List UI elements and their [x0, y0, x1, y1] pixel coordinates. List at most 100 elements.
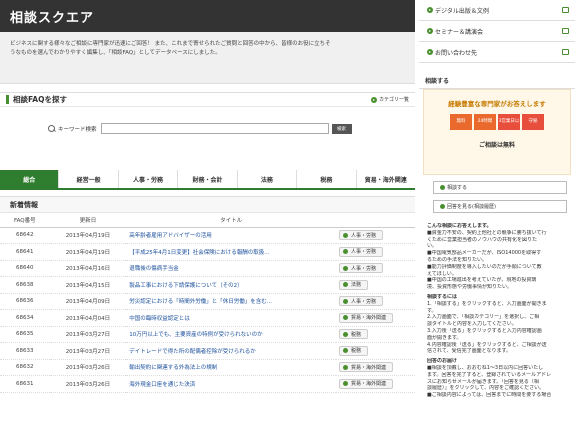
- faq-search-header: 相談FAQを探す ▸ カテゴリ一覧: [0, 93, 415, 107]
- faq-title-link[interactable]: 10万円以上でも、主要資産の特例が受けられないのか: [126, 326, 336, 343]
- consult-button-label: 相談する: [447, 185, 468, 191]
- category-tag[interactable]: 税務: [339, 345, 369, 356]
- keyword-search-input[interactable]: [100, 123, 329, 134]
- faq-number: 68634: [16, 314, 34, 321]
- notes-line: 2.入力画面で、「相談カテゴリー」を選択し、ご相: [427, 314, 540, 321]
- category-cell: 人事・労務: [336, 244, 415, 261]
- consult-button[interactable]: 相談する: [433, 181, 567, 194]
- tab-tax[interactable]: 税務: [296, 170, 356, 188]
- faq-title-link[interactable]: 製品工事における下請保護について（その2）: [126, 277, 336, 294]
- notes-line: 境、投資形態や労働事情が知りたい。: [427, 284, 513, 291]
- notes-title: 回答のお届け: [427, 358, 458, 365]
- arrow-icon: [343, 364, 349, 370]
- category-label: 人事・労務: [351, 265, 377, 272]
- keyword-search-label: キーワード検索: [58, 126, 97, 133]
- arrow-icon: [440, 185, 445, 190]
- arrow-icon: [440, 204, 445, 209]
- faq-title-link[interactable]: 輸出契約に関連する外為法上の規制: [126, 359, 336, 376]
- category-tag[interactable]: 税務: [339, 329, 369, 340]
- tag-24h: 24時間: [474, 114, 496, 130]
- updated-date: 2013年04月19日: [65, 249, 111, 256]
- table-row: 68642 2013年04月19日 高年齢者雇用アドバイザーの活用 人事・労務: [0, 227, 415, 244]
- view-answers-button[interactable]: 回答を見る(相談履歴): [433, 200, 567, 213]
- category-label: 法務: [351, 282, 362, 289]
- table-row: 68636 2013年04月09日 労災認定における「時間外労働」と「休日労働」を含…: [0, 293, 415, 310]
- category-cell: 貿易・海外関連: [336, 310, 415, 327]
- category-label: 人事・労務: [351, 232, 377, 239]
- column-header-updated: 更新日: [49, 213, 127, 228]
- category-tag[interactable]: 人事・労務: [339, 263, 384, 274]
- search-icon: [48, 124, 56, 133]
- category-label: 税務: [351, 331, 362, 338]
- notes-line: るための手法を知りたい。: [427, 256, 488, 263]
- category-tag[interactable]: 法務: [339, 279, 369, 290]
- category-cell: 税務: [336, 326, 415, 343]
- updated-date: 2013年03月26日: [65, 365, 111, 372]
- notes-group: 1.「相談する」をクリックすると、入力画面が開きま す。 2.入力画面で、「相談カテ…: [427, 301, 571, 355]
- updated-date: 2013年04月04日: [65, 315, 111, 322]
- consult-heading: 相談する: [419, 73, 575, 89]
- table-row: 68635 2013年03月27日 10万円以上でも、主要資産の特例が受けられないの…: [0, 326, 415, 343]
- notes-line: 談タイトルと内容を入力してください。: [427, 321, 517, 328]
- table-row: 68634 2013年04月04日 中国の臨時収益認定とは 貿易・海外関連: [0, 310, 415, 327]
- category-tag[interactable]: 貿易・海外関連: [339, 312, 394, 323]
- link-contact[interactable]: ▸ お問い合わせ先: [419, 42, 575, 63]
- arrow-icon: ▸: [427, 7, 433, 13]
- tab-finance-accounting[interactable]: 財務・会計: [177, 170, 237, 188]
- tab-trade-overseas[interactable]: 貿易・海外関連: [355, 170, 415, 188]
- table-row: 68633 2013年03月27日 デイトレードで得た所の配偶者控除が受けられるか 税…: [0, 343, 415, 360]
- arrow-icon: ▸: [370, 96, 377, 103]
- category-tag[interactable]: 人事・労務: [339, 230, 384, 241]
- notes-line: ■資金力不安の、契約上他社との競争に勝ち抜いて行: [427, 229, 547, 236]
- category-tag[interactable]: 貿易・海外関連: [339, 378, 394, 389]
- faq-search-heading: 相談FAQを探す: [13, 95, 67, 104]
- notes-line: 談履歴）」をクリックして、内容をご確認ください。: [427, 385, 545, 392]
- news-heading: 新着情報: [0, 197, 415, 213]
- page-title: 相談スクエア: [10, 10, 95, 26]
- arrow-icon: [343, 348, 349, 354]
- external-window-icon: [562, 7, 569, 13]
- news-table-body: 68642 2013年04月19日 高年齢者雇用アドバイザーの活用 人事・労務 6864…: [0, 227, 415, 392]
- faq-title-link[interactable]: 中国の臨時収益認定とは: [126, 310, 336, 327]
- faq-title-link[interactable]: デイトレードで得た所の配偶者控除が受けられるか: [126, 343, 336, 360]
- notes-line: えてほしい。: [427, 270, 457, 277]
- search-button[interactable]: 検索: [331, 123, 352, 134]
- tab-general[interactable]: 総合: [0, 170, 59, 188]
- notes-line: ■能力評価制度を導入したいのだが手順について教: [427, 263, 542, 270]
- category-list-link[interactable]: ▸ カテゴリ一覧: [370, 96, 409, 103]
- faq-title-link[interactable]: 高年齢者雇用アドバイザーの活用: [126, 227, 336, 244]
- notes-line: ます。回答を完了すると、登録されているメールアドレ: [427, 371, 552, 378]
- category-tag[interactable]: 人事・労務: [339, 296, 384, 307]
- updated-date: 2013年04月19日: [65, 233, 111, 240]
- tag-3days: 3営業日以内: [498, 114, 520, 140]
- link-seminar[interactable]: ▸ セミナー＆講演会: [419, 21, 575, 42]
- news-section: 新着情報 FAQ番号 更新日 タイトル 68642 2013年04月19日 高年齢者…: [0, 196, 415, 393]
- arrow-icon: [343, 331, 349, 337]
- faq-number: 68636: [16, 298, 34, 305]
- arrow-icon: [343, 265, 349, 271]
- tab-hr-labor[interactable]: 人事・労務: [117, 170, 178, 188]
- category-label: 貿易・海外関連: [351, 315, 387, 322]
- link-digital-publishing[interactable]: ▸ デジタル出版＆文例: [419, 0, 575, 21]
- notes-group: ■資金力不安の、契約上他社との競争に勝ち抜いて行 くために営業担当者のノウハウの共…: [427, 230, 571, 291]
- faq-title-link[interactable]: 【平成25年4月1日変更】社会保険における報酬の取扱...: [126, 244, 336, 261]
- faq-title-link[interactable]: 海外現金口座を通じた決済: [126, 376, 336, 393]
- arrow-icon: [343, 232, 349, 238]
- category-label: 人事・労務: [351, 298, 377, 305]
- tab-legal[interactable]: 法務: [236, 170, 297, 188]
- faq-title-link[interactable]: 労災認定における「時間外労働」と「休日労働」を含む...: [126, 293, 336, 310]
- tab-management[interactable]: 経営一般: [58, 170, 118, 188]
- arrow-icon: ▸: [427, 49, 433, 55]
- faq-search-section: 相談FAQを探す ▸ カテゴリ一覧 キーワード検索 検索: [0, 92, 415, 160]
- notes-line: ■ご相談内容によっては、回答までに時間を要する場合: [427, 392, 552, 399]
- arrow-icon: [343, 298, 349, 304]
- faq-title-link[interactable]: 退職後の傷病手当金: [126, 260, 336, 277]
- table-row: 68631 2013年03月26日 海外現金口座を通じた決済 貿易・海外関連: [0, 376, 415, 393]
- category-cell: 貿易・海外関連: [336, 376, 415, 393]
- category-tabs: 総合 経営一般 人事・労務 財務・会計 法務 税務 貿易・海外関連: [0, 170, 415, 190]
- category-tag[interactable]: 貿易・海外関連: [339, 362, 394, 373]
- notes-line: くために営業担当者のノウハウの共有化を図りた: [427, 236, 538, 243]
- faq-number: 68638: [16, 281, 34, 288]
- intro-line: うなものを選んでわかりやすく編集し、「相談FAQ」としてデータベースにしました。: [10, 50, 221, 56]
- category-tag[interactable]: 人事・労務: [339, 246, 384, 257]
